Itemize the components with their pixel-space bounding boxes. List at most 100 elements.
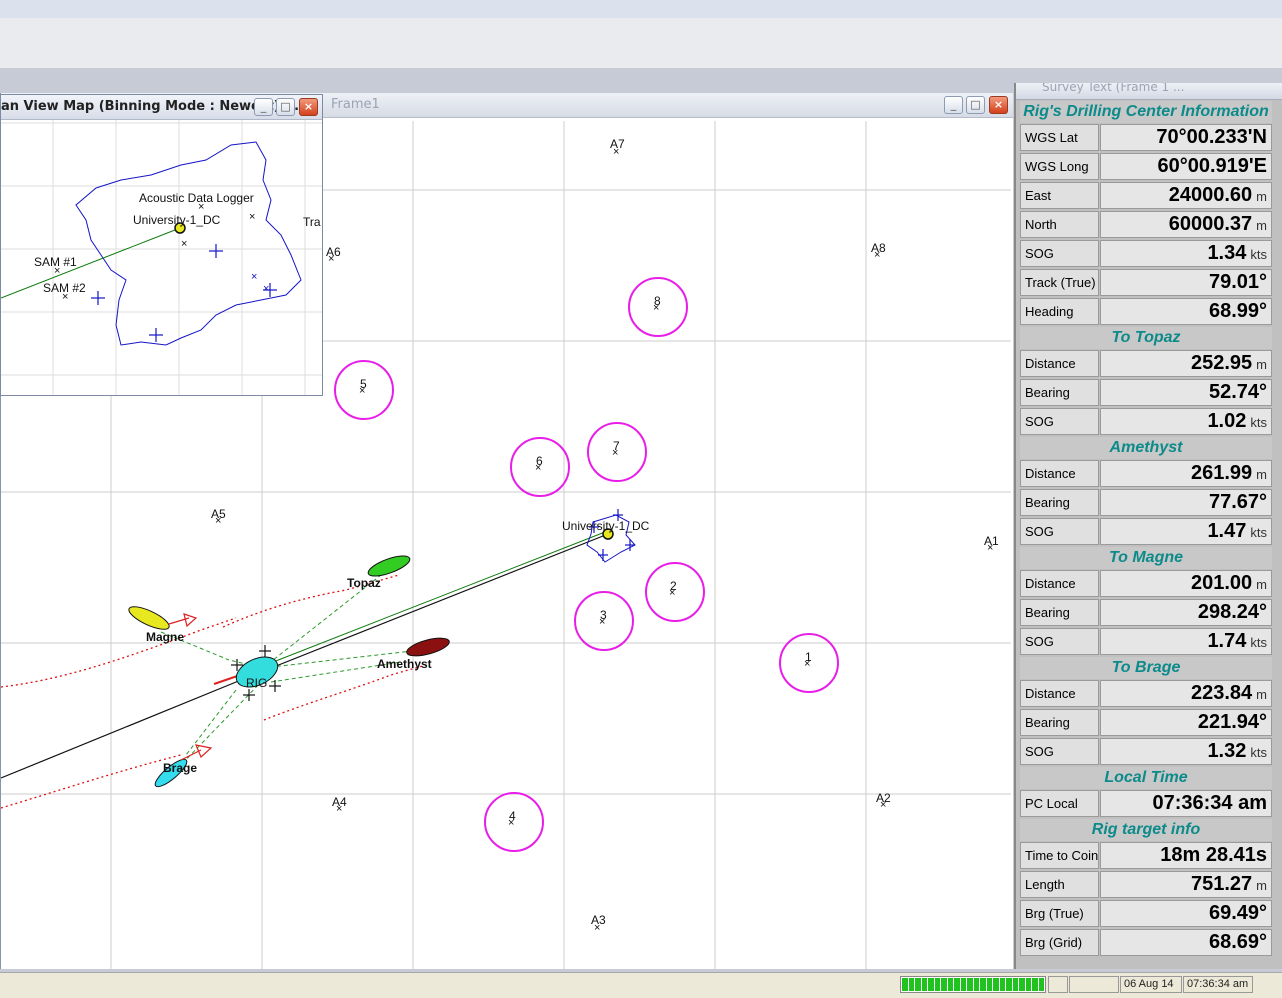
panel-section-title: To Brage — [1020, 657, 1272, 679]
svg-text:Magne: Magne — [146, 630, 184, 644]
inset-plan-view-window[interactable]: an View Map (Binning Mode : Newest) ... … — [0, 94, 323, 396]
drilling-center: University-1_DC — [562, 509, 650, 563]
minimize-button[interactable]: _ — [944, 96, 963, 114]
vessel-topaz[interactable]: Topaz — [347, 552, 412, 590]
panel-row-label: SOG — [1020, 628, 1099, 655]
panel-row-value: 1.02 kts — [1100, 408, 1272, 435]
toolbar — [0, 18, 1282, 69]
panel-row-unit: kts — [1250, 247, 1267, 262]
panel-row-unit: kts — [1250, 525, 1267, 540]
panel-row-number: 60°00.919'E — [1157, 155, 1267, 177]
panel-section-title: Amethyst — [1020, 437, 1272, 459]
progress-segment — [902, 978, 908, 991]
panel-row-value: 77.67° — [1100, 489, 1272, 516]
panel-row-label: North — [1020, 211, 1099, 238]
inset-map[interactable]: Acoustic Data Logger × University-1_DC ×… — [1, 120, 322, 395]
target-6: 6× — [535, 454, 543, 474]
svg-text:×: × — [594, 922, 600, 934]
inset-adl-label: Acoustic Data Logger — [139, 191, 254, 205]
svg-text:×: × — [535, 462, 541, 474]
vessel-amethyst[interactable]: Amethyst — [377, 635, 451, 671]
svg-text:×: × — [249, 211, 255, 223]
svg-text:×: × — [653, 302, 659, 314]
panel-row-number: 70°00.233'N — [1156, 126, 1267, 148]
panel-row-label: East — [1020, 182, 1099, 209]
panel-row-label: Distance — [1020, 350, 1099, 377]
svg-text:×: × — [198, 201, 204, 213]
panel-row-value: 68.69° — [1100, 929, 1272, 956]
panel-row: Bearing 77.67° — [1020, 489, 1272, 517]
panel-row-label: Distance — [1020, 460, 1099, 487]
panel-section-title: To Magne — [1020, 547, 1272, 569]
svg-text:×: × — [880, 799, 886, 811]
panel-row-value: 298.24° — [1100, 599, 1272, 626]
panel-titlebar[interactable]: Survey Text (Frame 1 ... — [1016, 83, 1282, 100]
panel-row-number: 07:36:34 am — [1152, 792, 1267, 814]
progress-segment — [954, 978, 960, 991]
panel-row: North 60000.37 m — [1020, 211, 1272, 239]
progress-segment — [1025, 978, 1031, 991]
progress-segment — [1032, 978, 1038, 991]
progress-segment — [980, 978, 986, 991]
target-7: 7× — [612, 439, 620, 459]
inset-maximize-button[interactable]: □ — [276, 98, 295, 116]
maximize-button[interactable]: □ — [966, 96, 985, 114]
panel-row-value: 52.74° — [1100, 379, 1272, 406]
anchor-A2: A2× — [876, 791, 891, 811]
panel-row-label: Time to Coin — [1020, 842, 1099, 869]
close-button[interactable]: × — [989, 96, 1008, 114]
inset-minimize-button[interactable]: _ — [254, 98, 273, 116]
survey-text-panel[interactable]: Survey Text (Frame 1 ... Rig's Drilling … — [1014, 83, 1282, 969]
panel-row-number: 68.99° — [1208, 300, 1267, 322]
panel-row-label: SOG — [1020, 738, 1099, 765]
panel-row: PC Local 07:36:34 am — [1020, 790, 1272, 818]
panel-row-unit: m — [1256, 189, 1267, 204]
panel-row-label: Brg (True) — [1020, 900, 1099, 927]
panel-row-number: 60000.37 — [1168, 213, 1253, 235]
panel-row-number: 18m 28.41s — [1160, 844, 1267, 866]
progress-segment — [941, 978, 947, 991]
inset-center-label: University-1_DC — [133, 213, 221, 227]
panel-row: Brg (Grid) 68.69° — [1020, 929, 1272, 957]
progress-segment — [1006, 978, 1012, 991]
panel-row-number: 261.99 — [1190, 462, 1253, 484]
panel-row: Heading 68.99° — [1020, 298, 1272, 326]
panel-row-label: WGS Lat — [1020, 124, 1099, 151]
panel-row: Track (True) 79.01° — [1020, 269, 1272, 297]
vessel-magne[interactable]: Magne — [126, 602, 198, 644]
panel-row-label: Bearing — [1020, 599, 1099, 626]
svg-text:×: × — [328, 253, 334, 265]
panel-section-title: Local Time — [1020, 767, 1272, 789]
panel-row: Bearing 298.24° — [1020, 599, 1272, 627]
svg-text:×: × — [669, 587, 675, 599]
vessel-brage[interactable]: Brage — [152, 744, 213, 790]
inset-tra-label: Tra — [303, 215, 321, 229]
panel-row-label: PC Local — [1020, 790, 1099, 817]
target-circles — [334, 277, 839, 852]
panel-row-label: Heading — [1020, 298, 1099, 325]
panel-row-unit: kts — [1250, 745, 1267, 760]
svg-text:×: × — [508, 817, 514, 829]
inset-close-button[interactable]: × — [299, 98, 318, 116]
panel-row-value: 1.47 kts — [1100, 518, 1272, 545]
panel-row-number: 1.32 — [1207, 740, 1247, 762]
svg-text:×: × — [613, 146, 619, 158]
status-time: 07:36:34 am — [1183, 976, 1253, 993]
svg-text:Brage: Brage — [163, 761, 197, 775]
progress-segment — [973, 978, 979, 991]
panel-row-value: 201.00 m — [1100, 570, 1272, 597]
panel-row-label: Track (True) — [1020, 269, 1099, 296]
inset-titlebar[interactable]: an View Map (Binning Mode : Newest) ... … — [1, 95, 322, 120]
panel-row-value: 60°00.919'E — [1100, 153, 1272, 180]
panel-row-number: 1.74 — [1207, 630, 1247, 652]
rig[interactable]: RIG — [213, 645, 282, 701]
svg-text:×: × — [54, 265, 60, 277]
svg-text:Amethyst: Amethyst — [377, 657, 432, 671]
panel-title: Survey Text (Frame 1 ... — [1042, 83, 1185, 94]
panel-row-value: 221.94° — [1100, 709, 1272, 736]
panel-row-label: Bearing — [1020, 709, 1099, 736]
panel-row-label: WGS Long — [1020, 153, 1099, 180]
progress-segment — [960, 978, 966, 991]
svg-text:×: × — [336, 803, 342, 815]
status-cell-blank-2 — [1069, 976, 1119, 993]
